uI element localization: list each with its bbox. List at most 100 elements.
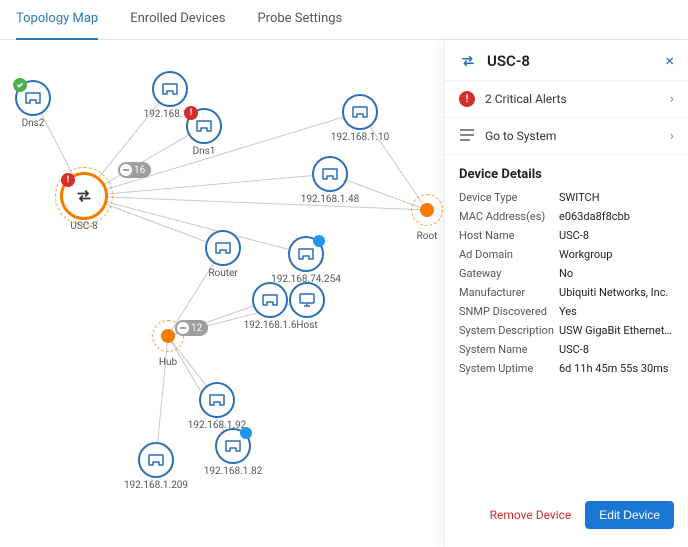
panel-header: USC-8 × bbox=[445, 40, 688, 80]
info-badge-icon bbox=[240, 427, 252, 439]
node-label: USC-8 bbox=[70, 221, 97, 232]
tabs: Topology Map Enrolled Devices Probe Sett… bbox=[0, 0, 688, 40]
detail-value: SWITCH bbox=[559, 191, 674, 204]
node-label: Router bbox=[208, 268, 237, 279]
node-label: Dns2 bbox=[22, 118, 45, 129]
alert-icon: ! bbox=[459, 91, 475, 107]
alert-badge-icon: ! bbox=[61, 173, 75, 187]
network-port-icon bbox=[321, 167, 339, 181]
collapse-icon bbox=[120, 164, 132, 176]
device-details-title: Device Details bbox=[445, 154, 688, 188]
pill-count: 12 bbox=[191, 323, 202, 334]
node-hub-count-pill[interactable]: 12 bbox=[175, 320, 208, 336]
detail-host-name: Host Name USC-8 bbox=[445, 226, 688, 245]
device-panel: USC-8 × ! 2 Critical Alerts › Go to Syst… bbox=[444, 40, 688, 547]
detail-value: e063da8f8cbb bbox=[559, 210, 674, 223]
switch-icon bbox=[74, 186, 94, 206]
chevron-right-icon: › bbox=[670, 91, 674, 107]
node-ip-1-6[interactable]: 192.168.1.6 bbox=[252, 282, 288, 318]
pill-count: 16 bbox=[134, 165, 145, 176]
tab-enrolled-devices[interactable]: Enrolled Devices bbox=[130, 0, 225, 40]
detail-value: 6d 11h 45m 55s 30ms bbox=[559, 362, 674, 375]
detail-value: USW GigaBit Ethernet Switch, fi... bbox=[559, 324, 674, 337]
detail-sys-desc: System Description USW GigaBit Ethernet … bbox=[445, 321, 688, 340]
info-badge-icon bbox=[313, 235, 325, 247]
node-label: 192.168.1.209 bbox=[124, 480, 188, 491]
node-usc8[interactable]: ! USC-8 bbox=[60, 172, 108, 220]
edit-device-button[interactable]: Edit Device bbox=[585, 501, 674, 529]
node-ip-1-48[interactable]: 192.168.1.48 bbox=[312, 156, 348, 192]
detail-value: USC-8 bbox=[559, 229, 674, 242]
node-label: Dns1 bbox=[193, 146, 216, 157]
node-label: 192.168.1.10 bbox=[331, 132, 390, 143]
node-ip-1-82[interactable]: 192.168.1.82 bbox=[215, 428, 251, 464]
list-icon bbox=[460, 129, 474, 143]
ok-badge-icon bbox=[13, 78, 27, 92]
detail-snmp: SNMP Discovered Yes bbox=[445, 302, 688, 321]
network-port-icon bbox=[195, 119, 213, 133]
network-port-icon bbox=[214, 241, 232, 255]
node-host[interactable]: Host bbox=[289, 282, 325, 318]
tab-probe-settings[interactable]: Probe Settings bbox=[257, 0, 342, 40]
goto-system-label: Go to System bbox=[485, 129, 660, 143]
detail-label: SNMP Discovered bbox=[459, 305, 559, 318]
node-ip-1-10[interactable]: 192.168.1.10 bbox=[342, 94, 378, 130]
panel-goto-system-row[interactable]: Go to System › bbox=[445, 117, 688, 154]
alerts-label: 2 Critical Alerts bbox=[485, 92, 660, 106]
node-ip-1-209[interactable]: 192.168.1.209 bbox=[138, 442, 174, 478]
detail-label: System Name bbox=[459, 343, 559, 356]
network-port-icon bbox=[208, 393, 226, 407]
panel-alerts-row[interactable]: ! 2 Critical Alerts › bbox=[445, 80, 688, 117]
node-usc8-count-pill[interactable]: 16 bbox=[118, 162, 151, 178]
network-port-icon bbox=[161, 82, 179, 96]
detail-ad-domain: Ad Domain Workgroup bbox=[445, 245, 688, 264]
detail-gateway: Gateway No bbox=[445, 264, 688, 283]
panel-title: USC-8 bbox=[487, 52, 655, 70]
node-label: 192.168.1.48 bbox=[301, 194, 360, 205]
alert-badge-icon: ! bbox=[184, 106, 198, 120]
switch-icon bbox=[459, 52, 477, 70]
detail-value: No bbox=[559, 267, 674, 280]
detail-manufacturer: Manufacturer Ubiquiti Networks, Inc. bbox=[445, 283, 688, 302]
network-port-icon bbox=[351, 105, 369, 119]
network-port-icon bbox=[24, 91, 42, 105]
collapse-icon bbox=[177, 322, 189, 334]
detail-sys-name: System Name USC-8 bbox=[445, 340, 688, 359]
network-port-icon bbox=[224, 439, 242, 453]
node-router[interactable]: Router bbox=[205, 230, 241, 266]
node-label: Root bbox=[417, 231, 438, 242]
node-ip-74-254[interactable]: 192.168.74.254 bbox=[288, 236, 324, 272]
detail-sys-uptime: System Uptime 6d 11h 45m 55s 30ms bbox=[445, 359, 688, 378]
detail-label: System Description bbox=[459, 324, 559, 337]
node-label: Hub bbox=[159, 357, 177, 368]
node-hub[interactable]: Hub bbox=[161, 329, 175, 343]
network-port-icon bbox=[261, 293, 279, 307]
detail-label: Manufacturer bbox=[459, 286, 559, 299]
remove-device-button[interactable]: Remove Device bbox=[490, 508, 572, 522]
node-ip-1-92[interactable]: 192.168.1.92 bbox=[199, 382, 235, 418]
node-label: 192.168.1.6 bbox=[244, 320, 297, 331]
detail-label: Host Name bbox=[459, 229, 559, 242]
node-ip-1-5[interactable]: 192.168.1.5 bbox=[152, 71, 188, 107]
chevron-right-icon: › bbox=[670, 128, 674, 144]
topology-canvas[interactable]: ! USC-8 16 Dns2 192.168.1.5 ! Dns1 Route… bbox=[0, 40, 444, 547]
node-dns1[interactable]: ! Dns1 bbox=[186, 108, 222, 144]
detail-label: Gateway bbox=[459, 267, 559, 280]
detail-device-type: Device Type SWITCH bbox=[445, 188, 688, 207]
monitor-icon bbox=[298, 292, 316, 308]
detail-label: Device Type bbox=[459, 191, 559, 204]
node-dns2[interactable]: Dns2 bbox=[15, 80, 51, 116]
detail-mac: MAC Address(es) e063da8f8cbb bbox=[445, 207, 688, 226]
node-label: Host bbox=[296, 320, 317, 331]
network-port-icon bbox=[297, 247, 315, 261]
detail-value: Ubiquiti Networks, Inc. bbox=[559, 286, 674, 299]
node-root[interactable]: Root bbox=[420, 203, 434, 217]
detail-value: Workgroup bbox=[559, 248, 674, 261]
detail-label: System Uptime bbox=[459, 362, 559, 375]
detail-label: Ad Domain bbox=[459, 248, 559, 261]
tab-topology-map[interactable]: Topology Map bbox=[16, 0, 98, 40]
detail-value: Yes bbox=[559, 305, 674, 318]
detail-value: USC-8 bbox=[559, 343, 674, 356]
panel-footer: Remove Device Edit Device bbox=[445, 489, 688, 547]
close-icon[interactable]: × bbox=[665, 53, 674, 69]
